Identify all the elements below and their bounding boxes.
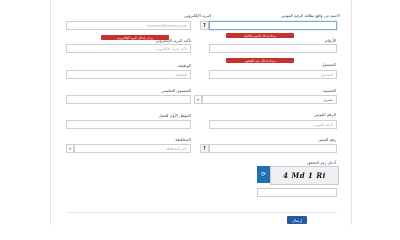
- degree-label: المؤهل الأول للعمل: [158, 113, 191, 118]
- education-input[interactable]: [66, 95, 191, 104]
- name-label: الاسم من واقع بطاقة الرقم القومي: [281, 13, 340, 18]
- captcha-input[interactable]: [257, 188, 337, 197]
- name-input[interactable]: [209, 21, 337, 30]
- apartment-label: رقم المبنى: [317, 137, 336, 142]
- form-card: البريد الإلكتروني الاسم من واقع بطاقة ال…: [50, 0, 352, 225]
- email-label: البريد الإلكتروني: [184, 13, 211, 18]
- captcha-image: 4 Md 1 Ri: [270, 166, 339, 185]
- phone-input[interactable]: [209, 44, 337, 53]
- governorate-select[interactable]: اختر المحافظة: [74, 144, 191, 153]
- governorate-label: المحافظة: [175, 137, 191, 142]
- email-confirm-label: تأكيد البريد الإلكتروني: [155, 38, 191, 43]
- chevron-down-icon: ▾: [68, 146, 71, 151]
- captcha-label: أدخل رمز التحقق: [307, 160, 336, 165]
- phone-label: الأرقام: [325, 38, 336, 43]
- degree-input[interactable]: [66, 120, 191, 129]
- email-input[interactable]: example@domain.com: [66, 21, 191, 30]
- nationality-select[interactable]: مصري: [202, 95, 337, 104]
- mobile-input[interactable]: المحمول: [209, 70, 337, 79]
- phone-error: برجاء إدخال رقم التليفون: [226, 58, 294, 63]
- refresh-icon: ⟳: [260, 171, 267, 178]
- education-label: المستوى التعليمي: [161, 88, 191, 93]
- nationality-dropdown-toggle[interactable]: ▾: [194, 95, 202, 104]
- captcha-refresh-button[interactable]: ⟳: [257, 166, 270, 183]
- apartment-help-button[interactable]: ?: [200, 144, 209, 153]
- submit-button[interactable]: إرسال: [287, 216, 307, 224]
- email-confirm-input[interactable]: تأكيد البريد الإلكتروني: [66, 44, 191, 53]
- national-id-label: الرقم القومي: [313, 112, 336, 117]
- national-id-input[interactable]: الرقم القومي: [209, 120, 337, 129]
- apartment-input[interactable]: [209, 144, 337, 153]
- form-divider: [66, 212, 337, 213]
- name-error: برجاء إدخال الاسم بالكامل: [226, 33, 294, 38]
- job-input[interactable]: الوظيفة: [66, 70, 191, 79]
- governorate-dropdown-toggle[interactable]: ▾: [66, 144, 74, 153]
- mobile-label: المحمول: [321, 62, 336, 67]
- job-label: الوظيفة: [178, 63, 191, 68]
- name-help-button[interactable]: ?: [200, 21, 209, 30]
- chevron-down-icon: ▾: [196, 97, 199, 102]
- nationality-label: الجنسية: [322, 88, 336, 93]
